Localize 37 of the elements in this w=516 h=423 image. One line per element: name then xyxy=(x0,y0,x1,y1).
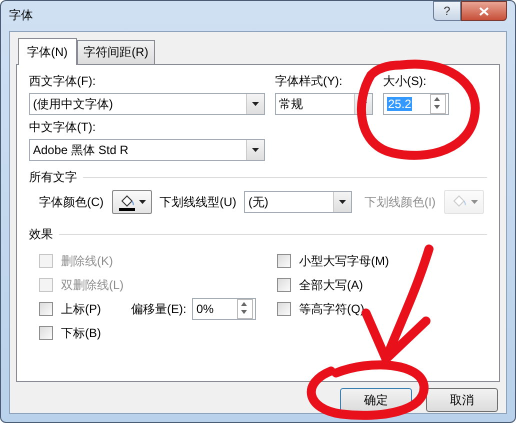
section-heading: 效果 xyxy=(29,226,53,243)
spinner-buttons[interactable] xyxy=(430,94,446,114)
paint-bucket-icon xyxy=(118,194,136,210)
checkbox-label: 下标(B) xyxy=(61,324,101,342)
spinner-buttons[interactable] xyxy=(237,299,254,319)
checkbox[interactable] xyxy=(39,302,53,316)
checkbox-label: 全部大写(A) xyxy=(299,276,363,294)
field-label: 下划线颜色(I) xyxy=(364,194,436,210)
field-label: 字体样式(Y): xyxy=(275,73,344,90)
dropdown[interactable]: (无) xyxy=(244,191,352,213)
close-button[interactable] xyxy=(461,1,507,21)
checkbox-label: 删除线(K) xyxy=(61,252,113,270)
field-label: 下划线线型(U) xyxy=(160,194,236,210)
field-label: 西文字体(F): xyxy=(29,73,97,90)
tab[interactable]: 字体(N) xyxy=(18,38,77,65)
font-color-button[interactable] xyxy=(112,190,152,214)
cancel-button[interactable]: 取消 xyxy=(426,388,498,412)
field-label: 偏移量(E): xyxy=(131,300,186,318)
help-button[interactable]: ? xyxy=(433,1,461,21)
offset-field[interactable]: 0% xyxy=(192,298,256,320)
dropdown[interactable]: (使用中文字体) xyxy=(29,93,265,115)
checkbox[interactable] xyxy=(39,326,53,340)
checkbox[interactable] xyxy=(277,254,291,268)
checkbox[interactable] xyxy=(277,302,291,316)
field-label: 中文字体(T): xyxy=(29,119,97,136)
checkbox-label: 小型大写字母(M) xyxy=(299,252,389,270)
dropdown[interactable]: 常规 xyxy=(275,93,373,115)
field-label: 大小(S): xyxy=(383,73,428,90)
window-title: 字体 xyxy=(9,7,33,24)
checkbox-label: 上标(P) xyxy=(61,300,101,318)
close-icon xyxy=(479,6,489,16)
section-heading: 所有文字 xyxy=(29,169,77,186)
dropdown[interactable]: Adobe 黑体 Std R xyxy=(29,139,265,161)
tab[interactable]: 字符间距(R) xyxy=(76,40,156,65)
checkbox-label: 双删除线(L) xyxy=(61,276,124,294)
field-label: 字体颜色(C) xyxy=(39,194,104,210)
checkbox[interactable] xyxy=(277,278,291,292)
